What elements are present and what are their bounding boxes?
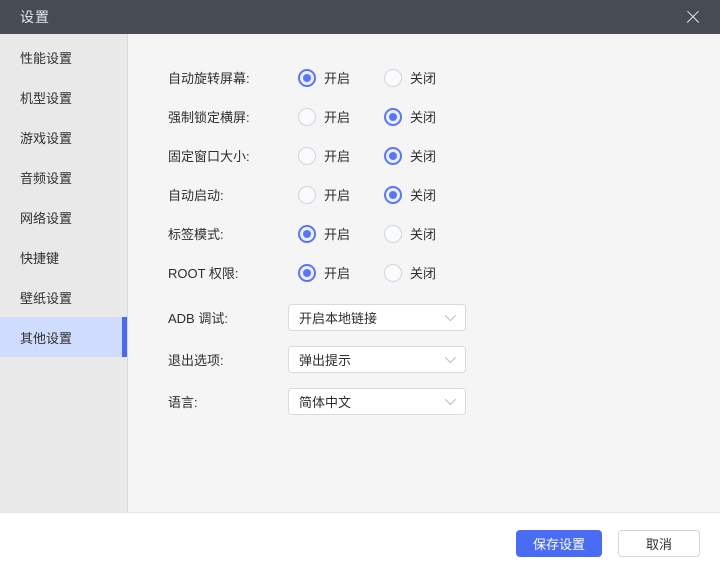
sidebar-item-label: 音频设置 [20,168,72,187]
radio-group: 开启 关闭 [298,107,436,126]
radio-group: 开启 关闭 [298,146,436,165]
radio-group: 开启 关闭 [298,263,436,282]
setting-label: ROOT 权限: [168,263,288,282]
sidebar-item-label: 机型设置 [20,88,72,107]
setting-label: 退出选项: [168,350,288,369]
setting-label: 语言: [168,392,288,411]
title-bar: 设置 [0,0,720,34]
dropdown-value: 弹出提示 [299,350,351,369]
sidebar-item-audio[interactable]: 音频设置 [0,157,127,197]
chevron-down-icon [445,394,456,405]
setting-label: 自动旋转屏幕: [168,68,288,87]
setting-label: ADB 调试: [168,308,288,327]
sidebar: 性能设置 机型设置 游戏设置 音频设置 网络设置 快捷键 壁纸设置 其他设置 [0,34,128,512]
setting-row-auto-rotate: 自动旋转屏幕: 开启 关闭 [168,58,720,97]
radio-label: 关闭 [410,185,436,204]
radio-label: 开启 [324,185,350,204]
radio-circle-icon [298,69,316,87]
radio-circle-icon [384,108,402,126]
radio-circle-icon [384,264,402,282]
radio-button-on[interactable]: 开启 [298,185,350,204]
close-button[interactable] [680,4,706,30]
setting-row-auto-start: 自动启动: 开启 关闭 [168,175,720,214]
close-icon [687,11,700,24]
sidebar-item-label: 游戏设置 [20,128,72,147]
exit-option-dropdown[interactable]: 弹出提示 [288,346,466,373]
setting-label: 自动启动: [168,185,288,204]
chevron-down-icon [445,352,456,363]
radio-circle-icon [384,147,402,165]
radio-group: 开启 关闭 [298,224,436,243]
setting-row-exit-option: 退出选项: 弹出提示 [168,338,720,380]
sidebar-item-shortcuts[interactable]: 快捷键 [0,237,127,277]
sidebar-item-label: 网络设置 [20,208,72,227]
main-area: 性能设置 机型设置 游戏设置 音频设置 网络设置 快捷键 壁纸设置 其他设置 自… [0,34,720,512]
radio-button-off[interactable]: 关闭 [384,68,436,87]
radio-circle-icon [298,186,316,204]
radio-label: 开启 [324,68,350,87]
sidebar-item-label: 壁纸设置 [20,288,72,307]
radio-circle-icon [298,264,316,282]
window-title: 设置 [20,7,50,27]
sidebar-item-device-model[interactable]: 机型设置 [0,77,127,117]
radio-circle-icon [384,225,402,243]
radio-circle-icon [298,108,316,126]
radio-label: 关闭 [410,263,436,282]
footer-bar: 保存设置 取消 [0,512,720,574]
sidebar-item-network[interactable]: 网络设置 [0,197,127,237]
radio-button-off[interactable]: 关闭 [384,224,436,243]
radio-button-off[interactable]: 关闭 [384,263,436,282]
radio-button-on[interactable]: 开启 [298,107,350,126]
save-settings-button[interactable]: 保存设置 [516,530,602,557]
radio-label: 关闭 [410,107,436,126]
radio-circle-icon [384,186,402,204]
radio-button-off[interactable]: 关闭 [384,107,436,126]
setting-row-root-permission: ROOT 权限: 开启 关闭 [168,253,720,292]
radio-button-on[interactable]: 开启 [298,146,350,165]
radio-label: 关闭 [410,224,436,243]
settings-panel: 自动旋转屏幕: 开启 关闭 强制锁定横屏: 开启 关闭 固定窗口大小: 开启 关… [128,34,720,512]
radio-label: 开启 [324,224,350,243]
sidebar-item-label: 性能设置 [20,48,72,67]
radio-label: 开启 [324,263,350,282]
sidebar-item-label: 其他设置 [20,328,72,347]
radio-button-off[interactable]: 关闭 [384,185,436,204]
radio-group: 开启 关闭 [298,68,436,87]
adb-debug-dropdown[interactable]: 开启本地链接 [288,304,466,331]
radio-group: 开启 关闭 [298,185,436,204]
dropdown-value: 开启本地链接 [299,308,377,327]
radio-button-off[interactable]: 关闭 [384,146,436,165]
setting-row-language: 语言: 简体中文 [168,380,720,422]
setting-label: 强制锁定横屏: [168,107,288,126]
radio-label: 开启 [324,146,350,165]
chevron-down-icon [445,310,456,321]
setting-row-force-landscape: 强制锁定横屏: 开启 关闭 [168,97,720,136]
radio-circle-icon [298,225,316,243]
sidebar-item-label: 快捷键 [20,248,59,267]
settings-window: 设置 性能设置 机型设置 游戏设置 音频设置 网络设置 快捷键 壁纸设置 其他设… [0,0,720,574]
setting-row-adb-debug: ADB 调试: 开启本地链接 [168,296,720,338]
sidebar-item-game[interactable]: 游戏设置 [0,117,127,157]
sidebar-item-wallpaper[interactable]: 壁纸设置 [0,277,127,317]
sidebar-item-performance[interactable]: 性能设置 [0,37,127,77]
radio-button-on[interactable]: 开启 [298,224,350,243]
language-dropdown[interactable]: 简体中文 [288,388,466,415]
dropdown-value: 简体中文 [299,392,351,411]
cancel-button[interactable]: 取消 [618,530,700,557]
radio-label: 关闭 [410,146,436,165]
radio-button-on[interactable]: 开启 [298,68,350,87]
setting-label: 标签模式: [168,224,288,243]
radio-circle-icon [298,147,316,165]
radio-label: 关闭 [410,68,436,87]
radio-button-on[interactable]: 开启 [298,263,350,282]
setting-label: 固定窗口大小: [168,146,288,165]
setting-row-fixed-window-size: 固定窗口大小: 开启 关闭 [168,136,720,175]
setting-row-tab-mode: 标签模式: 开启 关闭 [168,214,720,253]
sidebar-item-other[interactable]: 其他设置 [0,317,127,357]
radio-label: 开启 [324,107,350,126]
radio-circle-icon [384,69,402,87]
